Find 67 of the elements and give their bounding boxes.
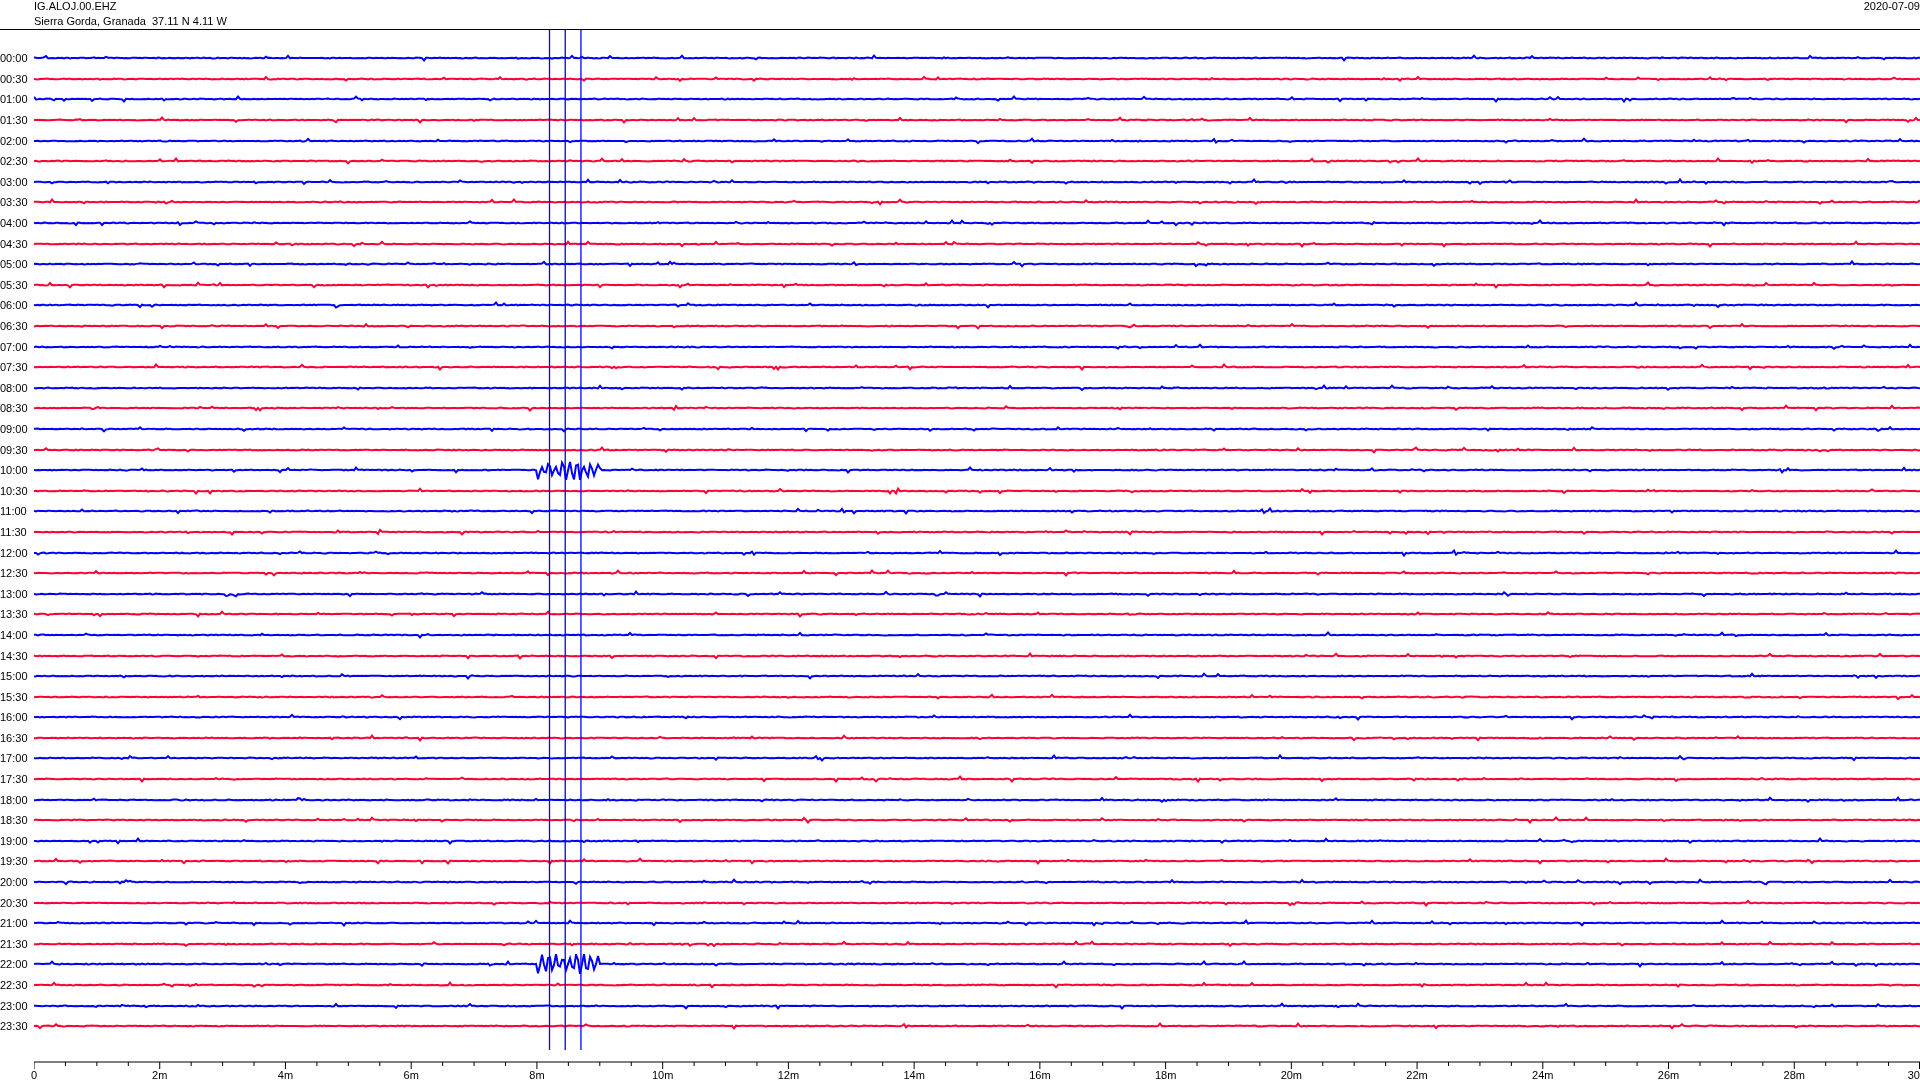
time-label: 07:30	[0, 361, 29, 374]
time-label: 09:30	[0, 443, 29, 456]
time-label: 10:30	[0, 484, 29, 497]
date-label: 2020-07-09	[1863, 0, 1920, 13]
time-label: 01:30	[0, 114, 29, 127]
time-label: 14:00	[0, 628, 29, 641]
time-label: 19:00	[0, 834, 29, 847]
time-label: 05:30	[0, 278, 29, 291]
time-label: 18:00	[0, 793, 29, 806]
time-label: 19:30	[0, 855, 29, 868]
time-label: 04:30	[0, 237, 29, 250]
time-label: 17:30	[0, 773, 29, 786]
time-label: 23:00	[0, 999, 29, 1012]
axis-tick-label: 8m	[529, 1068, 545, 1080]
time-label: 18:30	[0, 814, 29, 827]
time-label: 01:00	[0, 93, 29, 106]
axis-tick-label: 4m	[277, 1068, 294, 1080]
time-label: 00:30	[0, 72, 29, 85]
time-label: 17:00	[0, 752, 29, 765]
time-label: 09:00	[0, 423, 29, 435]
axis-tick-label: 24m	[1532, 1068, 1554, 1080]
station-code: IG.ALOJ.00.EHZ	[34, 0, 118, 13]
time-label: 22:00	[0, 958, 29, 971]
time-label: 03:00	[0, 175, 29, 188]
time-label: 20:30	[0, 896, 29, 909]
axis-tick-label: 14m	[903, 1068, 925, 1080]
time-label: 08:00	[0, 381, 29, 394]
station-location: Sierra Gorda, Granada 37.11 N 4.11 W	[34, 15, 227, 28]
axis-tick-label: 0	[30, 1068, 38, 1080]
time-label: 04:00	[0, 217, 29, 230]
axis-tick-label: 12m	[777, 1068, 800, 1080]
time-label: 16:00	[0, 711, 29, 724]
axis-tick-label: 18m	[1154, 1068, 1177, 1080]
time-label: 10:00	[0, 464, 29, 477]
time-label: 02:30	[0, 155, 29, 168]
time-label: 16:30	[0, 731, 29, 744]
axis-tick-label: 6m	[403, 1068, 419, 1080]
time-label: 06:00	[0, 299, 29, 312]
time-label: 13:30	[0, 608, 29, 621]
time-label: 12:30	[0, 567, 29, 580]
time-label: 15:30	[0, 690, 29, 703]
time-label: 11:30	[0, 525, 28, 538]
time-label: 07:00	[0, 340, 29, 353]
time-label: 22:30	[0, 979, 29, 991]
time-label: 20:00	[0, 876, 29, 889]
time-label: 05:00	[0, 258, 29, 271]
time-label: 06:30	[0, 320, 29, 332]
axis-tick-label: 22m	[1406, 1068, 1428, 1080]
time-label: 00:00	[0, 52, 29, 65]
time-label: 21:30	[0, 937, 29, 950]
time-label: 08:30	[0, 402, 29, 415]
time-label: 21:00	[0, 917, 29, 930]
time-label: 03:30	[0, 196, 29, 209]
time-label: 12:00	[0, 546, 29, 559]
time-label: 13:00	[0, 587, 29, 600]
time-label: 23:30	[0, 1020, 29, 1033]
time-label: 15:00	[0, 670, 29, 683]
axis-tick-label: 26m	[1657, 1068, 1680, 1080]
axis-tick-label: 28m	[1783, 1068, 1805, 1080]
time-label: 02:00	[0, 134, 29, 147]
time-label: 11:00	[0, 505, 28, 518]
axis-tick-label: 10m	[651, 1068, 674, 1080]
time-label: 14:30	[0, 649, 29, 662]
axis-tick-label: 30	[1907, 1068, 1920, 1080]
axis-tick-label: 2m	[152, 1068, 168, 1080]
axis-tick-label: 20m	[1280, 1068, 1303, 1080]
axis-tick-label: 16m	[1029, 1068, 1051, 1080]
